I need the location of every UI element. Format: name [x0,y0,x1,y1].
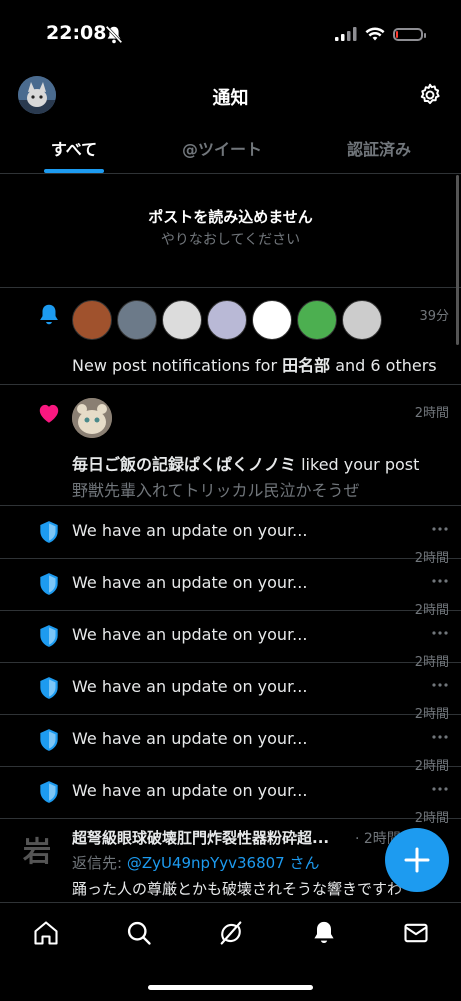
notification-text: We have an update on your... [72,573,308,592]
compose-button[interactable] [385,828,449,892]
avatar-3[interactable] [162,300,202,340]
shield-icon [40,573,58,595]
reply-handle-link[interactable]: @ZyU49npYyv36807 さん [127,854,320,872]
avatar-7[interactable] [342,300,382,340]
notification-update[interactable]: We have an update on your... 2時間 [0,558,461,618]
notification-update[interactable]: We have an update on your... 2時間 [0,610,461,670]
tab-all[interactable]: すべて [44,136,104,160]
more-options-icon[interactable] [431,682,449,688]
notification-text: We have an update on your... [72,521,308,540]
notification-text: New post notifications for 田名部 and 6 oth… [72,356,437,375]
silent-bell-icon [105,25,123,44]
status-time: 22:08 [46,22,107,44]
home-indicator [148,985,313,990]
notification-text: We have an update on your... [72,729,308,748]
notification-update[interactable]: We have an update on your... 2時間 [0,766,461,826]
user-name[interactable]: 田名部 [282,356,330,375]
user-name[interactable]: 毎日ご飯の記録ぱくぱくノノミ [72,455,296,474]
more-options-icon[interactable] [431,578,449,584]
avatar-4[interactable] [207,300,247,340]
notification-text: We have an update on your... [72,677,308,696]
home-icon[interactable] [32,919,60,947]
error-retry-text[interactable]: やりなおしてください [0,229,461,249]
shield-icon [40,781,58,803]
notification-tabs: すべて @ツイート 認証済み [0,128,461,174]
page-title: 通知 [212,88,249,109]
notification-text: We have an update on your... [72,625,308,644]
reply-author-name[interactable]: 超弩級眼球破壊肛門炸裂性器粉砕超... [72,827,351,848]
notification-new-posts[interactable]: 39分 New post notifications for 田名部 and 6… [0,288,461,385]
load-error[interactable]: ポストを読み込めません やりなおしてください [0,173,461,288]
reply-avatar[interactable]: 岩 [18,833,56,871]
avatar-1[interactable] [72,300,112,340]
liker-avatar[interactable] [72,398,112,438]
settings-gear-icon[interactable] [417,82,443,108]
grok-icon[interactable] [217,919,245,947]
shield-icon [40,625,58,647]
error-title: ポストを読み込めません [148,208,313,226]
search-icon[interactable] [125,919,153,947]
avatar-6[interactable] [297,300,337,340]
notification-update[interactable]: We have an update on your... 2時間 [0,662,461,722]
tab-verified[interactable]: 認証済み [336,136,422,160]
more-options-icon[interactable] [431,786,449,792]
more-options-icon[interactable] [431,526,449,532]
notification-update[interactable]: We have an update on your... 2時間 [0,714,461,774]
notification-like[interactable]: 2時間 毎日ご飯の記録ぱくぱくノノミ liked your post 野獣先輩入… [0,385,461,506]
status-bar: 22:08 [0,0,461,66]
avatar-row [72,300,392,342]
notification-text: 毎日ご飯の記録ぱくぱくノノミ liked your post [72,455,420,474]
notification-update[interactable]: We have an update on your... 2時間 [0,506,461,566]
reply-to-line: 返信先: @ZyU49npYyv36807 さん [72,854,320,872]
battery-icon [393,27,426,41]
status-indicators [335,24,426,44]
shield-icon [40,521,58,543]
avatar-5[interactable] [252,300,292,340]
shield-icon [40,677,58,699]
notification-time: 2時間 [414,406,449,421]
bell-icon [40,304,58,325]
avatar-2[interactable] [117,300,157,340]
notification-text: We have an update on your... [72,781,308,800]
wifi-icon [365,27,385,40]
notification-time: 39分 [419,309,449,324]
tab-mentions[interactable]: @ツイート [172,136,272,160]
header: 通知 [0,70,461,122]
bell-icon[interactable] [310,919,338,947]
mail-icon[interactable] [402,919,430,947]
signal-icon [335,27,357,41]
heart-icon [39,404,59,423]
shield-icon [40,729,58,751]
more-options-icon[interactable] [431,734,449,740]
scrollbar[interactable] [456,175,459,345]
liked-post-snippet: 野獣先輩入れてトリッカル民泣かそうぜ [72,481,360,500]
more-options-icon[interactable] [431,630,449,636]
plus-icon [404,847,430,873]
